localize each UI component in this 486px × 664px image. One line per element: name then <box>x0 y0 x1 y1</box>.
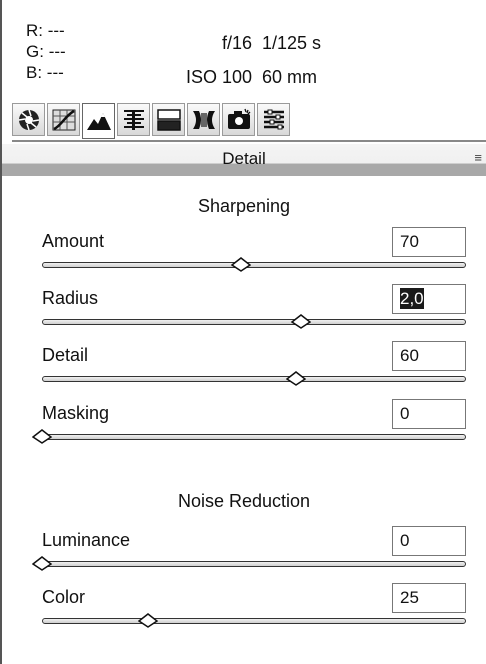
color-slider-track[interactable] <box>42 618 466 624</box>
effects-tab[interactable] <box>222 103 255 136</box>
sharpening-title: Sharpening <box>197 196 291 216</box>
presets-icon <box>263 109 284 129</box>
radius-label: Radius <box>42 288 99 308</box>
rgb-readout: R: --- G: --- B: --- <box>26 20 66 83</box>
amount-value: 70 <box>400 232 419 251</box>
detail-slider-track[interactable] <box>42 376 466 382</box>
mountains-icon <box>86 113 111 130</box>
detail-slider-thumb[interactable] <box>286 370 307 386</box>
luminance-label: Luminance <box>42 530 131 550</box>
amount-slider-row: Amount 70 <box>42 227 466 283</box>
hsl-tab[interactable] <box>117 103 150 136</box>
basic-tab[interactable] <box>12 103 45 136</box>
camera-raw-detail-panel: R: --- G: --- B: --- f/16 1/125 s ISO 10… <box>0 0 486 664</box>
rgb-red-value: --- <box>47 21 65 40</box>
split-toning-icon <box>156 108 181 131</box>
tone-curve-icon <box>52 109 75 130</box>
presets-tab[interactable] <box>257 103 290 136</box>
radius-value: 2,0 <box>400 288 424 309</box>
radius-slider-track[interactable] <box>42 319 466 325</box>
detail-value: 60 <box>400 346 419 365</box>
tone-curve-tab[interactable] <box>47 103 80 136</box>
lens-corrections-tab[interactable] <box>187 103 220 136</box>
image-info-header: R: --- G: --- B: --- f/16 1/125 s ISO 10… <box>2 0 486 98</box>
color-slider-row: Color 25 <box>42 583 466 639</box>
rgb-blue-readout: B: --- <box>26 62 66 83</box>
tab-underline <box>12 140 486 142</box>
masking-slider-thumb[interactable] <box>32 428 52 444</box>
radius-slider-row: Radius 2,0 <box>42 284 466 340</box>
color-value: 25 <box>400 588 419 607</box>
shutter-value: 1/125 s <box>262 33 322 53</box>
rgb-blue-value: --- <box>46 63 64 82</box>
luminance-slider-thumb[interactable] <box>32 555 52 571</box>
lens-icon <box>192 110 215 129</box>
masking-label: Masking <box>42 403 110 423</box>
noise-reduction-title: Noise Reduction <box>177 491 311 511</box>
section-title: Detail <box>222 149 266 168</box>
masking-slider-track[interactable] <box>42 434 466 440</box>
adjustment-tabs <box>12 103 290 145</box>
panel-menu-icon[interactable]: ≡ <box>474 150 482 165</box>
aperture-value: f/16 <box>221 33 252 53</box>
focal-length-value: 60 mm <box>262 67 318 87</box>
section-header: Detail ≡ <box>2 144 486 176</box>
rgb-green-label: G: <box>26 42 44 61</box>
fx-icon <box>227 108 250 129</box>
rgb-red-readout: R: --- <box>26 20 66 41</box>
amount-slider-track[interactable] <box>42 262 466 268</box>
amount-label: Amount <box>42 231 105 251</box>
radius-value-field[interactable]: 2,0 <box>392 284 466 314</box>
iso-value: ISO 100 <box>185 67 252 87</box>
color-label: Color <box>42 587 86 607</box>
luminance-slider-row: Luminance 0 <box>32 526 466 582</box>
luminance-slider-track[interactable] <box>42 561 466 567</box>
radius-slider-thumb[interactable] <box>290 313 311 329</box>
detail-value-field[interactable]: 60 <box>392 341 466 371</box>
aperture-icon <box>18 109 39 130</box>
exif-readout: f/16 1/125 s ISO 100 60 mm <box>174 26 354 94</box>
detail-label: Detail <box>42 345 89 365</box>
rgb-blue-label: B: <box>26 63 43 82</box>
masking-value-field[interactable]: 0 <box>392 399 466 429</box>
masking-value: 0 <box>400 404 410 423</box>
color-value-field[interactable]: 25 <box>392 583 466 613</box>
hsl-bars-icon <box>123 109 144 130</box>
rgb-green-readout: G: --- <box>26 41 66 62</box>
split-toning-tab[interactable] <box>152 103 185 136</box>
amount-slider-thumb[interactable] <box>231 256 252 272</box>
detail-slider-row: Detail 60 <box>42 341 466 397</box>
luminance-value: 0 <box>400 531 410 550</box>
amount-value-field[interactable]: 70 <box>392 227 466 257</box>
rgb-green-value: --- <box>48 42 66 61</box>
masking-slider-row: Masking 0 <box>32 399 466 455</box>
rgb-red-label: R: <box>26 21 43 40</box>
color-slider-thumb[interactable] <box>138 612 158 628</box>
detail-tab[interactable] <box>82 103 115 139</box>
luminance-value-field[interactable]: 0 <box>392 526 466 556</box>
